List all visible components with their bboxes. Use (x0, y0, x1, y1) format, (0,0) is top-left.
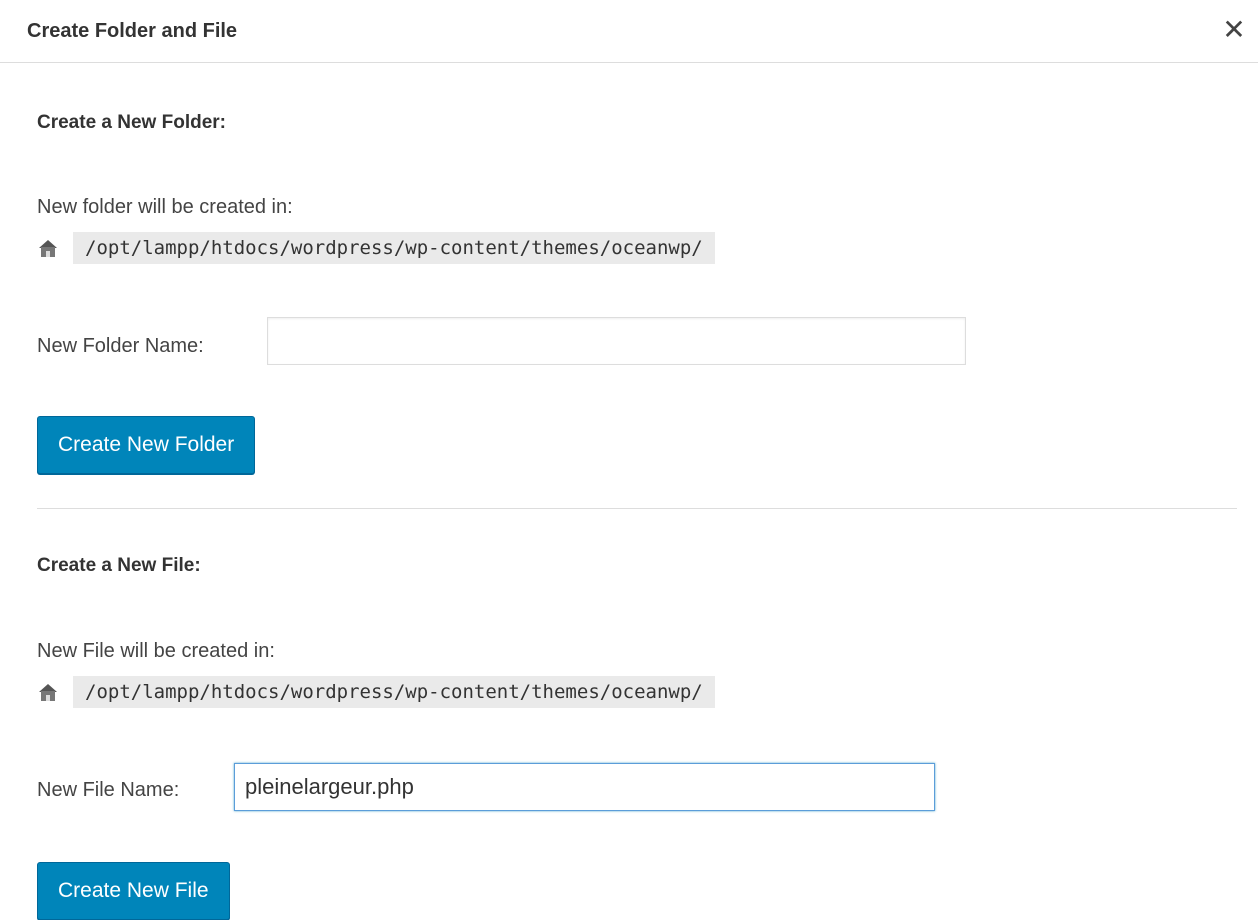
file-path-row: /opt/lampp/htdocs/wordpress/wp-content/t… (37, 676, 715, 708)
file-location-label: New File will be created in: (37, 640, 275, 662)
section-divider (37, 508, 1237, 509)
file-name-input[interactable] (234, 763, 935, 811)
folder-path: /opt/lampp/htdocs/wordpress/wp-content/t… (73, 232, 715, 264)
file-name-label: New File Name: (37, 779, 180, 801)
home-folder-icon (37, 681, 59, 703)
folder-location-label: New folder will be created in: (37, 196, 293, 218)
folder-section-heading: Create a New Folder: (37, 112, 226, 133)
folder-path-row: /opt/lampp/htdocs/wordpress/wp-content/t… (37, 232, 715, 264)
close-icon[interactable]: ✕ (1220, 16, 1248, 44)
file-section-heading: Create a New File: (37, 555, 201, 576)
folder-name-label: New Folder Name: (37, 335, 204, 357)
create-folder-button[interactable]: Create New Folder (37, 416, 256, 474)
home-folder-icon (37, 237, 59, 259)
dialog-header: Create Folder and File ✕ (0, 0, 1258, 63)
folder-name-input[interactable] (267, 317, 966, 365)
create-file-button[interactable]: Create New File (37, 862, 230, 920)
dialog-title: Create Folder and File (27, 20, 238, 42)
file-path: /opt/lampp/htdocs/wordpress/wp-content/t… (73, 676, 715, 708)
